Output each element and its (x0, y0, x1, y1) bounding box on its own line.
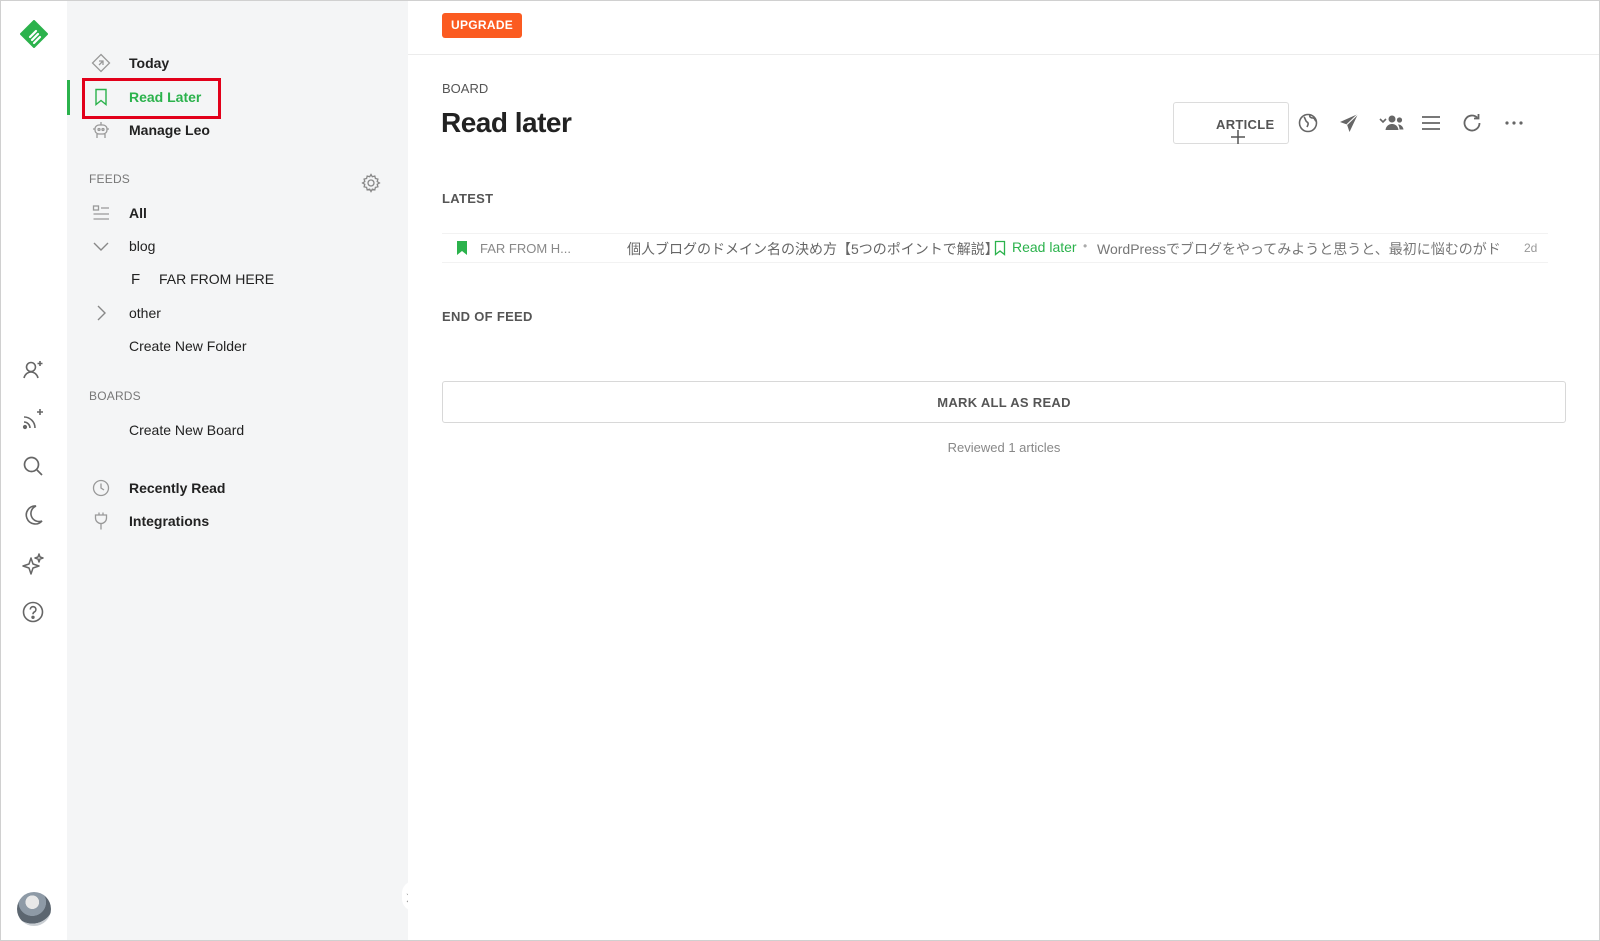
sidebar-item-label: Read Later (129, 89, 202, 105)
send-icon[interactable] (1337, 111, 1361, 135)
refresh-icon[interactable] (1460, 111, 1484, 135)
help-icon[interactable] (21, 600, 45, 624)
sidebar-item-label: Integrations (129, 513, 210, 529)
moon-icon[interactable] (21, 503, 45, 527)
leo-icon (91, 120, 111, 140)
sidebar-item-label: blog (129, 238, 156, 254)
boards-section-title: BOARDS (89, 389, 141, 403)
separator-dot: • (1083, 239, 1088, 253)
all-feeds-icon (91, 203, 111, 223)
feeds-section-title: FEEDS (89, 172, 131, 186)
list-item[interactable]: FAR FROM H... 個人ブログのドメイン名の決め方【5つのポイントで解説… (442, 233, 1548, 263)
entry-board-tag[interactable]: Read later (1012, 239, 1077, 255)
clock-icon (91, 478, 111, 498)
add-people-icon[interactable] (21, 358, 45, 382)
avatar[interactable] (17, 892, 51, 926)
end-of-feed-label: END OF FEED (442, 309, 533, 324)
upgrade-button[interactable]: UPGRADE (442, 13, 523, 38)
board-kicker: BOARD (442, 81, 489, 96)
bookmark-icon (91, 87, 111, 107)
mark-all-read-button[interactable]: MARK ALL AS READ (442, 381, 1566, 423)
add-article-label: ARTICLE (1216, 117, 1275, 132)
add-article-button[interactable]: ARTICLE (1173, 102, 1289, 144)
entry-source[interactable]: FAR FROM H... (480, 241, 571, 256)
sidebar-item-integrations[interactable]: Integrations (67, 505, 408, 537)
sidebar-feed-far-from-here[interactable]: F FAR FROM HERE (67, 263, 408, 295)
sidebar-item-all[interactable]: All (67, 197, 408, 229)
list-view-icon[interactable] (1419, 111, 1443, 135)
entry-summary[interactable]: WordPressでブログをやってみようと思うと、最初に悩むのがドメイン (1097, 239, 1499, 259)
today-icon (91, 53, 111, 73)
chevron-right-icon[interactable] (91, 303, 111, 323)
sidebar-item-label: All (129, 205, 147, 221)
entry-age: 2d (1524, 241, 1538, 255)
bookmark-icon[interactable] (456, 240, 468, 256)
sidebar-folder-other[interactable]: other (67, 297, 408, 329)
sidebar-item-label: Today (129, 55, 170, 71)
sparkle-icon[interactable] (21, 552, 45, 576)
feed-favicon: F (131, 270, 141, 288)
sidebar-item-label: Recently Read (129, 480, 226, 496)
create-board-link[interactable]: Create New Board (67, 414, 408, 446)
page-title: Read later (441, 107, 572, 138)
team-icon[interactable] (1378, 111, 1406, 135)
sidebar-item-label: other (129, 305, 161, 321)
sidebar-item-read-later[interactable]: Read Later (67, 81, 408, 113)
sidebar-folder-blog[interactable]: blog (67, 230, 408, 262)
more-icon[interactable] (1502, 111, 1526, 135)
sidebar: Today Read Later Manage Leo FEEDS All bl… (67, 1, 424, 940)
top-bar: UPGRADE (408, 1, 1599, 55)
globe-icon[interactable] (1296, 111, 1320, 135)
reviewed-count: Reviewed 1 articles (947, 440, 1061, 455)
add-feed-icon[interactable] (21, 407, 45, 431)
chevron-down-icon[interactable] (91, 236, 111, 256)
gear-icon[interactable] (361, 173, 381, 193)
icon-rail (1, 1, 67, 940)
bookmark-outline-icon (994, 240, 1006, 256)
plug-icon (91, 511, 111, 531)
search-icon[interactable] (21, 454, 45, 478)
sidebar-item-label: FAR FROM HERE (159, 271, 275, 287)
main-content: UPGRADE BOARD Read later ARTICLE LATEST (408, 1, 1599, 940)
sidebar-item-label: Create New Board (129, 422, 245, 438)
sidebar-item-manage-leo[interactable]: Manage Leo (67, 114, 408, 146)
sidebar-item-label: Create New Folder (129, 338, 247, 354)
feedly-logo-icon[interactable] (20, 20, 48, 48)
entry-title[interactable]: 個人ブログのドメイン名の決め方【5つのポイントで解説】 (627, 239, 999, 259)
create-folder-link[interactable]: Create New Folder (67, 330, 408, 362)
sidebar-item-label: Manage Leo (129, 122, 210, 138)
sidebar-item-today[interactable]: Today (67, 47, 408, 79)
latest-section-title: LATEST (442, 191, 494, 206)
sidebar-item-recently-read[interactable]: Recently Read (67, 472, 408, 504)
